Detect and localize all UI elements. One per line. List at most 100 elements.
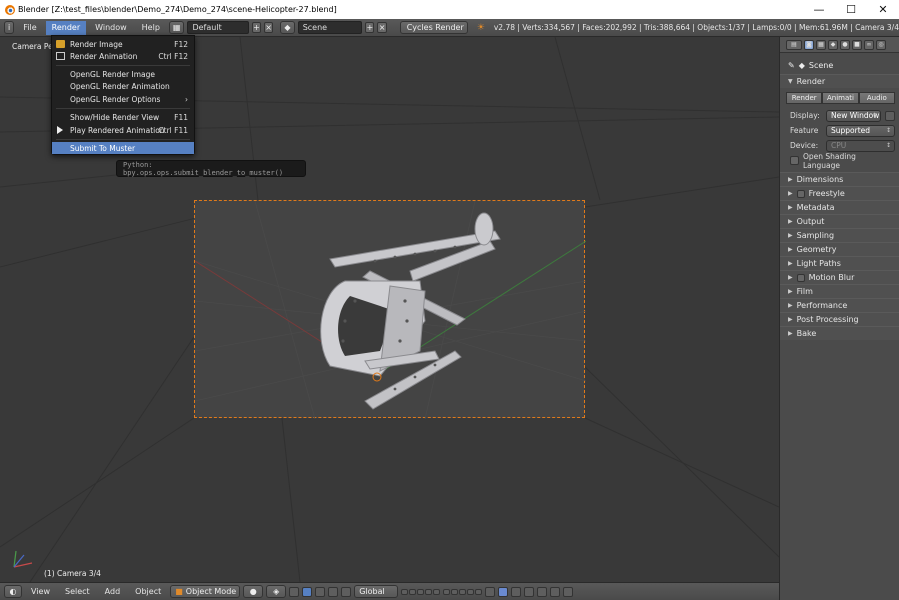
properties-editor: ▤ ◙ ▦ ◆ ● ■ ∞ ◎ ✎ ◆ Scene ▼ Render Rende… bbox=[779, 37, 899, 582]
object-mode-icon: ■ bbox=[175, 587, 183, 596]
panel-label: Motion Blur bbox=[808, 273, 855, 282]
panel-motion-blur[interactable]: ▶ Motion Blur bbox=[780, 270, 899, 284]
menu-item-render-animation[interactable]: Render Animation Ctrl F12 bbox=[52, 50, 194, 62]
menu-window[interactable]: Window bbox=[89, 21, 133, 35]
remove-layout-icon[interactable]: × bbox=[264, 22, 274, 33]
lock-layers-icon[interactable] bbox=[485, 586, 496, 597]
feature-set-dropdown[interactable]: Supported bbox=[826, 124, 895, 137]
object-tab-icon[interactable]: ■ bbox=[852, 39, 862, 50]
add-layout-icon[interactable]: + bbox=[251, 22, 262, 33]
editor-type-info-button[interactable]: i bbox=[4, 21, 15, 34]
scene-breadcrumb: ✎ ◆ Scene bbox=[788, 60, 834, 70]
constraints-tab-icon[interactable]: ∞ bbox=[864, 39, 874, 50]
panel-label: Film bbox=[796, 287, 813, 296]
render-engine-dropdown[interactable]: Cycles Render bbox=[399, 21, 468, 34]
render-animation-icon bbox=[56, 52, 65, 60]
limit-selection-icon[interactable] bbox=[289, 586, 300, 597]
panel-metadata[interactable]: ▶ Metadata bbox=[780, 200, 899, 214]
layer-buttons[interactable] bbox=[401, 588, 483, 595]
close-button[interactable]: ✕ bbox=[867, 0, 899, 19]
collapse-triangle-icon: ▶ bbox=[788, 204, 793, 211]
falloff-icon[interactable] bbox=[511, 586, 522, 597]
menu-item-show-hide-render-view[interactable]: Show/Hide Render View F11 bbox=[52, 111, 194, 123]
minimize-button[interactable]: — bbox=[803, 0, 835, 19]
menu-help[interactable]: Help bbox=[136, 21, 166, 35]
editor-type-properties-icon[interactable]: ▤ bbox=[786, 39, 802, 50]
display-dropdown[interactable]: New Window bbox=[826, 109, 881, 122]
viewport-shading-dropdown[interactable]: ● bbox=[243, 585, 264, 598]
proportional-editing-icon[interactable] bbox=[498, 586, 509, 597]
add-scene-icon[interactable]: + bbox=[365, 22, 375, 33]
panel-bake[interactable]: ▶ Bake bbox=[780, 326, 899, 340]
render-tab-camera-icon[interactable]: ◙ bbox=[804, 39, 814, 50]
panel-sampling[interactable]: ▶ Sampling bbox=[780, 228, 899, 242]
menu-render[interactable]: Render bbox=[45, 20, 87, 35]
render-dropdown-menu: Render Image F12 Render Animation Ctrl F… bbox=[51, 35, 195, 155]
remove-scene-icon[interactable]: × bbox=[377, 22, 387, 33]
render-image-icon bbox=[56, 40, 65, 48]
snap-element-icon[interactable] bbox=[537, 586, 548, 597]
maximize-button[interactable]: ☐ bbox=[835, 0, 867, 19]
panel-enable-checkbox[interactable] bbox=[796, 189, 805, 198]
collapse-triangle-icon: ▶ bbox=[788, 218, 793, 225]
3d-view-header: ◐ View Select Add Object ■ Object Mode ● … bbox=[0, 582, 779, 600]
audio-button[interactable]: Audio bbox=[858, 92, 895, 104]
scene-tab-icon[interactable]: ◆ bbox=[828, 39, 838, 50]
menu-item-opengl-render-animation[interactable]: OpenGL Render Animation bbox=[52, 80, 194, 92]
scene-statistics: v2.78 | Verts:334,567 | Faces:202,992 | … bbox=[493, 23, 899, 32]
render-layers-tab-icon[interactable]: ▦ bbox=[816, 39, 826, 50]
panel-geometry[interactable]: ▶ Geometry bbox=[780, 242, 899, 256]
opengl-render-animation-icon[interactable] bbox=[563, 586, 574, 597]
panel-post-processing[interactable]: ▶ Post Processing bbox=[780, 312, 899, 326]
scene-field[interactable]: Scene bbox=[297, 21, 363, 34]
menu-add[interactable]: Add bbox=[99, 585, 127, 599]
render-button[interactable]: Render bbox=[786, 92, 823, 104]
panel-output[interactable]: ▶ Output bbox=[780, 214, 899, 228]
animation-button[interactable]: Animati bbox=[822, 92, 859, 104]
opengl-render-image-icon[interactable] bbox=[550, 586, 561, 597]
menu-separator bbox=[56, 108, 190, 109]
menu-item-render-image[interactable]: Render Image F12 bbox=[52, 38, 194, 50]
device-dropdown[interactable]: CPU bbox=[826, 139, 895, 152]
translate-manipulator-icon[interactable] bbox=[315, 586, 326, 597]
python-tooltip: Python: bpy.ops.ops.submit_blender_to_mu… bbox=[116, 160, 306, 177]
osl-checkbox[interactable] bbox=[790, 156, 799, 165]
collapse-triangle-icon: ▶ bbox=[788, 232, 793, 239]
panel-enable-checkbox[interactable] bbox=[796, 273, 805, 282]
manipulator-toggle-icon[interactable] bbox=[302, 586, 313, 597]
panel-film[interactable]: ▶ Film bbox=[780, 284, 899, 298]
transform-orientation-dropdown[interactable]: Global bbox=[354, 585, 399, 598]
screen-layout-icon[interactable]: ▦ bbox=[168, 21, 185, 34]
world-tab-icon[interactable]: ● bbox=[840, 39, 850, 50]
menu-view[interactable]: View bbox=[25, 585, 56, 599]
menu-item-play-rendered-animation[interactable]: Play Rendered Animation Ctrl F11 bbox=[52, 124, 194, 136]
pin-icon[interactable]: ✎ bbox=[788, 61, 795, 70]
data-tab-icon[interactable]: ◎ bbox=[876, 39, 886, 50]
screen-layout-field[interactable]: Default bbox=[187, 21, 249, 34]
panel-dimensions[interactable]: ▶ Dimensions bbox=[780, 172, 899, 186]
scene-icon[interactable]: ◆ bbox=[280, 21, 295, 34]
axis-gizmo-icon bbox=[13, 550, 33, 568]
rotate-manipulator-icon[interactable] bbox=[328, 586, 339, 597]
interaction-mode-dropdown[interactable]: ■ Object Mode bbox=[170, 585, 241, 598]
panel-light-paths[interactable]: ▶ Light Paths bbox=[780, 256, 899, 270]
menu-file[interactable]: File bbox=[17, 21, 42, 35]
menu-select[interactable]: Select bbox=[59, 585, 96, 599]
info-icon: i bbox=[8, 23, 11, 32]
osl-row[interactable]: Open Shading Language bbox=[786, 152, 895, 170]
editor-type-3d-view-icon[interactable]: ◐ bbox=[4, 585, 22, 598]
menu-object[interactable]: Object bbox=[129, 585, 167, 599]
menu-item-opengl-render-image[interactable]: OpenGL Render Image bbox=[52, 68, 194, 80]
snap-toggle-icon[interactable] bbox=[524, 586, 535, 597]
menu-item-opengl-render-options[interactable]: OpenGL Render Options › bbox=[52, 93, 194, 105]
panel-freestyle[interactable]: ▶ Freestyle bbox=[780, 186, 899, 200]
lock-interface-icon[interactable] bbox=[885, 110, 895, 121]
window-title: Blender [Z:\test_files\blender\Demo_274\… bbox=[18, 5, 337, 14]
scale-manipulator-icon[interactable] bbox=[341, 586, 352, 597]
pivot-point-dropdown[interactable]: ◈ bbox=[266, 585, 287, 598]
menu-item-submit-to-muster[interactable]: Submit To Muster bbox=[52, 142, 194, 154]
panel-performance[interactable]: ▶ Performance bbox=[780, 298, 899, 312]
render-panel-header[interactable]: ▼ Render bbox=[780, 74, 899, 88]
collapse-triangle-icon: ▶ bbox=[788, 190, 793, 197]
active-object-label: (1) Camera 3/4 bbox=[44, 569, 101, 578]
